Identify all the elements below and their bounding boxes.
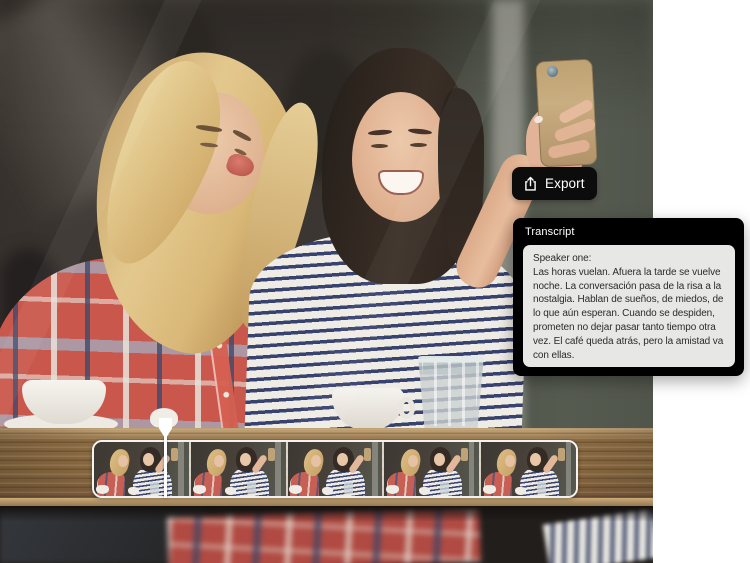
transcript-card: Speaker one: Las horas vuelan. Afuera la…: [523, 245, 735, 367]
timeline-frame[interactable]: [94, 442, 191, 496]
timeline-frame[interactable]: [481, 442, 576, 496]
timeline-frame[interactable]: [384, 442, 482, 496]
phone-camera-icon: [547, 66, 558, 77]
export-button[interactable]: Export: [512, 167, 597, 200]
transcript-panel-title: Transcript: [525, 226, 575, 238]
timeline-frame[interactable]: [287, 442, 385, 496]
transcript-body-text: Las horas vuelan. Afuera la tarde se vue…: [533, 266, 724, 361]
transcript-speaker-label: Speaker one:: [533, 253, 592, 264]
bottom-foreground: [0, 506, 653, 563]
timeline-frame[interactable]: [190, 442, 288, 496]
export-icon: [525, 176, 536, 191]
playhead-line[interactable]: [164, 436, 167, 498]
export-button-label: Export: [545, 176, 585, 191]
app-canvas: Export Transcript Speaker one: Las horas…: [0, 0, 750, 563]
transcript-panel: Transcript Speaker one: Las horas vuelan…: [513, 218, 744, 376]
